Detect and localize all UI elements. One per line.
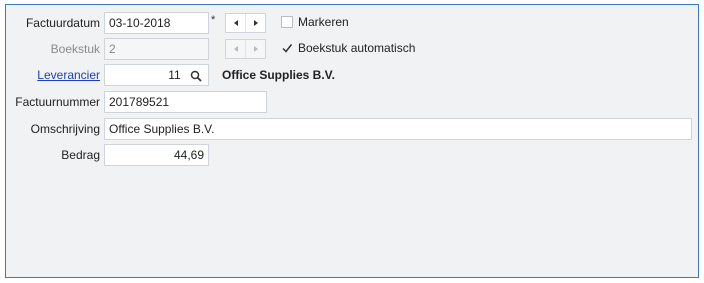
auto-entry-checkbox[interactable]: Boekstuk automatisch bbox=[281, 41, 415, 55]
entry-stepper bbox=[225, 39, 266, 59]
entry-label: Boekstuk bbox=[50, 42, 100, 56]
chevron-left-icon bbox=[233, 20, 238, 26]
invoice-number-label: Factuurnummer bbox=[15, 95, 100, 109]
supplier-name: Office Supplies B.V. bbox=[222, 68, 335, 82]
auto-entry-checkbox-box[interactable] bbox=[281, 42, 293, 54]
supplier-field[interactable]: 11 bbox=[104, 64, 209, 86]
mark-checkbox-label: Markeren bbox=[298, 15, 349, 29]
previous-date-button[interactable] bbox=[226, 14, 246, 32]
invoice-date-field[interactable]: 03-10-2018 bbox=[104, 12, 209, 34]
supplier-link[interactable]: Leverancier bbox=[37, 68, 100, 82]
date-stepper bbox=[225, 13, 266, 33]
mark-checkbox-box[interactable] bbox=[281, 16, 293, 28]
supplier-number: 11 bbox=[168, 68, 181, 82]
chevron-left-icon bbox=[233, 46, 238, 52]
amount-field[interactable]: 44,69 bbox=[104, 144, 209, 166]
description-field[interactable]: Office Supplies B.V. bbox=[104, 118, 692, 140]
search-icon[interactable] bbox=[190, 70, 202, 82]
required-marker: * bbox=[211, 14, 216, 26]
previous-entry-button[interactable] bbox=[226, 40, 246, 58]
next-entry-button[interactable] bbox=[246, 40, 265, 58]
mark-checkbox[interactable]: Markeren bbox=[281, 15, 349, 29]
next-date-button[interactable] bbox=[246, 14, 265, 32]
check-icon bbox=[282, 44, 293, 53]
chevron-right-icon bbox=[253, 46, 258, 52]
auto-entry-checkbox-label: Boekstuk automatisch bbox=[298, 41, 416, 55]
entry-field[interactable]: 2 bbox=[104, 38, 209, 60]
chevron-right-icon bbox=[253, 20, 258, 26]
invoice-date-label: Factuurdatum bbox=[25, 16, 100, 30]
description-label: Omschrijving bbox=[30, 122, 100, 136]
invoice-number-field[interactable]: 201789521 bbox=[104, 91, 267, 113]
amount-label: Bedrag bbox=[61, 148, 100, 162]
